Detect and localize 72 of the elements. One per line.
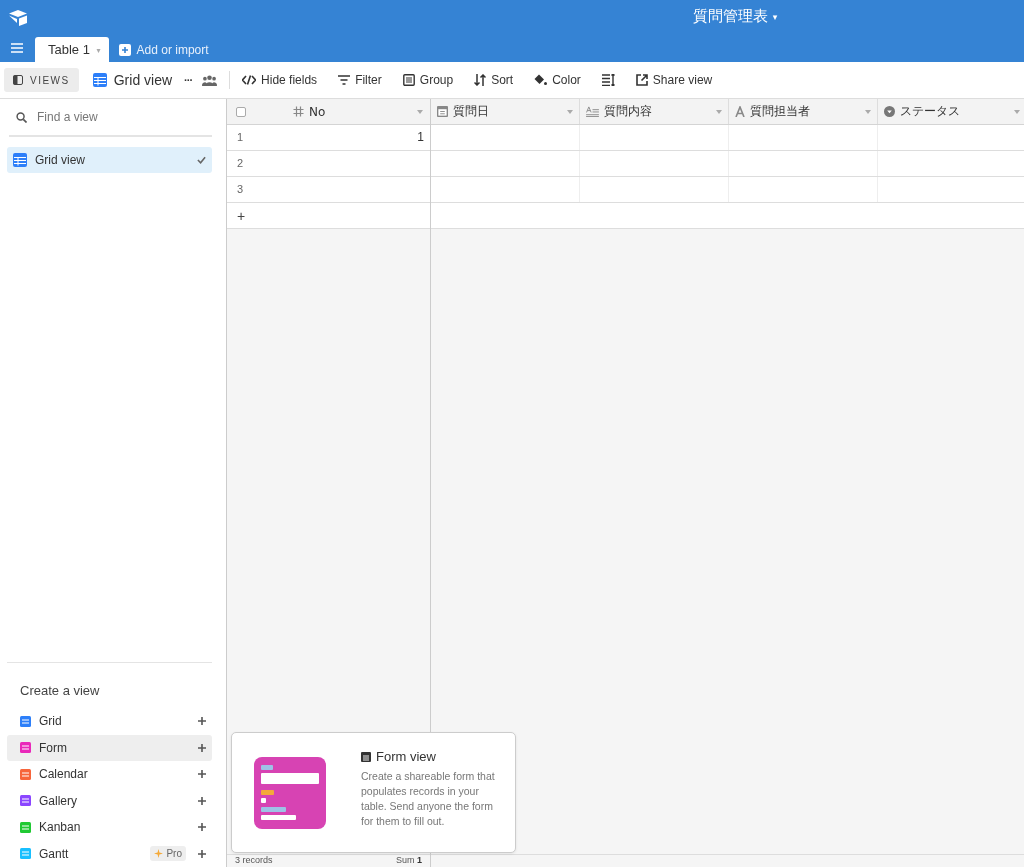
color-button[interactable]: Color xyxy=(534,73,581,87)
column-header[interactable]: 質問内容 xyxy=(580,99,729,124)
record-count: 3 records xyxy=(235,855,273,867)
logo-icon[interactable] xyxy=(8,9,28,27)
create-view-heading: Create a view xyxy=(19,682,101,700)
grid-icon xyxy=(92,73,107,87)
column-header[interactable]: ステータス xyxy=(878,99,1024,124)
create-view-item[interactable]: Gantt Pro xyxy=(7,840,212,867)
row-number: 2 xyxy=(236,156,245,171)
view-list-item[interactable]: Grid view xyxy=(7,147,212,173)
table-tab[interactable]: Table 1 ▾ xyxy=(35,37,109,62)
grid-icon xyxy=(13,153,27,167)
form-drawing xyxy=(254,757,326,829)
people-icon[interactable] xyxy=(202,74,218,86)
menu-icon[interactable] xyxy=(11,43,23,53)
row-number: 3 xyxy=(236,182,245,197)
code-icon xyxy=(242,75,257,85)
add-table-button[interactable]: Add or import xyxy=(118,37,209,62)
group-button[interactable]: Group xyxy=(402,73,454,87)
table-cell: 1 xyxy=(417,130,424,144)
column-header[interactable]: 質問日 xyxy=(431,99,580,124)
create-view-item[interactable]: Kanban xyxy=(7,814,212,840)
add-row-button[interactable]: + xyxy=(237,203,246,228)
plus-icon xyxy=(118,43,131,56)
popover-description: Create a shareable form that populates records in your table. Send anyone the form for them to fill out. xyxy=(361,769,496,829)
paint-bucket-icon xyxy=(534,74,548,86)
views-toggle-button[interactable]: VIEWS xyxy=(4,68,79,92)
filter-button[interactable]: Filter xyxy=(338,73,382,87)
text-field-icon xyxy=(735,106,745,117)
row-height-icon xyxy=(601,74,615,86)
checkmark-icon xyxy=(197,156,206,164)
sparkle-icon xyxy=(154,849,164,858)
base-title[interactable]: 質問管理表 ▾ xyxy=(693,7,778,26)
create-view-item[interactable]: Gallery xyxy=(7,787,212,814)
sort-icon xyxy=(474,74,487,86)
long-text-icon xyxy=(586,106,599,117)
list-icon xyxy=(402,74,415,86)
caret-icon xyxy=(417,109,423,114)
row-height-button[interactable] xyxy=(601,74,615,86)
select-all-checkbox[interactable] xyxy=(236,107,246,117)
calendar-icon xyxy=(437,106,448,117)
caret-icon xyxy=(1014,109,1020,114)
caret-icon xyxy=(716,109,722,114)
pro-badge: Pro xyxy=(150,846,186,861)
share-button[interactable]: Share view xyxy=(635,73,713,87)
plus-icon xyxy=(198,823,206,831)
hide-button[interactable]: Hide fields xyxy=(242,73,318,87)
sidebar-icon xyxy=(13,75,23,85)
popover-title: Form view xyxy=(376,749,436,764)
hash-icon xyxy=(293,106,304,117)
current-view-button[interactable]: Grid view xyxy=(92,72,173,88)
single-select-icon xyxy=(884,106,895,117)
plus-icon xyxy=(198,743,206,752)
form-icon xyxy=(361,751,371,762)
create-view-item[interactable]: Calendar xyxy=(7,761,212,787)
create-view-item[interactable]: Grid xyxy=(7,708,212,734)
caret-icon xyxy=(567,109,573,114)
share-icon xyxy=(635,74,648,86)
sum-summary: Sum 1 xyxy=(395,855,422,867)
row-number: 1 xyxy=(236,130,245,145)
create-view-item[interactable]: Form xyxy=(7,734,212,761)
plus-icon xyxy=(198,849,206,858)
search-icon xyxy=(16,111,27,123)
plus-icon xyxy=(198,770,206,778)
caret-icon xyxy=(865,109,871,114)
sort-button[interactable]: Sort xyxy=(474,73,514,87)
column-header[interactable]: 質問担当者 xyxy=(729,99,878,124)
plus-icon xyxy=(198,796,206,805)
filter-icon xyxy=(338,75,351,85)
column-header[interactable]: No xyxy=(277,99,429,124)
more-button[interactable]: ··· xyxy=(184,74,193,86)
plus-icon xyxy=(198,717,206,725)
